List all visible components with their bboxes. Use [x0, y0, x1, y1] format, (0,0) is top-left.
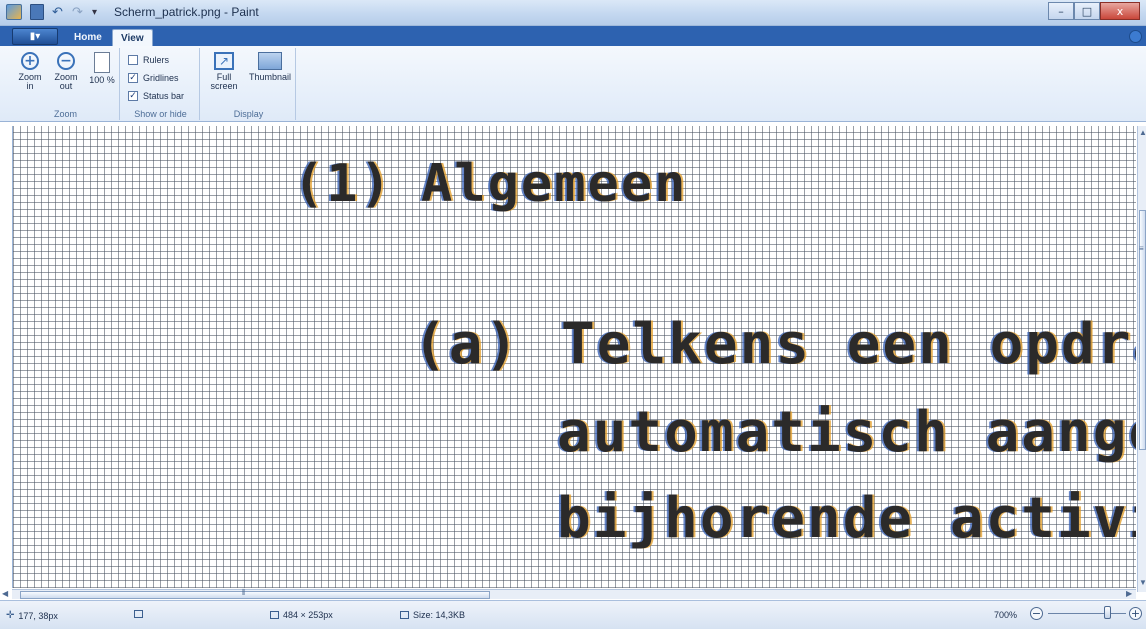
cursor-crosshair-icon: ✛ [6, 610, 15, 621]
scroll-grip-icon: ≡ [1139, 244, 1144, 253]
save-icon[interactable] [30, 4, 44, 20]
selection-size [134, 610, 147, 618]
zoom-in-icon[interactable]: + [1129, 607, 1142, 620]
scroll-right-icon[interactable]: ▶ [1126, 589, 1132, 598]
full-screen-label: Full screen [210, 72, 238, 91]
vertical-scrollbar[interactable]: ▲ ≡ ▼ [1137, 126, 1146, 592]
scroll-up-icon[interactable]: ▲ [1139, 128, 1146, 137]
zoom-group-label: Zoom [53, 109, 77, 119]
zoom-slider-track[interactable] [1048, 613, 1126, 614]
status-bar-checkbox[interactable]: ✓ Status bar [128, 88, 184, 103]
show-or-hide-group: Rulers ✓ Gridlines ✓ Status bar Show or … [122, 48, 200, 120]
canvas-line-2: automatisch aangen [557, 400, 1136, 465]
display-group: ↗ Full screen Thumbnail Display [202, 48, 296, 120]
zoom-in-icon: + [21, 52, 39, 70]
zoom-slider-thumb[interactable] [1104, 606, 1111, 619]
zoom-out-button[interactable]: − Zoom out [50, 52, 82, 91]
undo-icon[interactable]: ↶ [52, 4, 63, 20]
actual-size-button[interactable]: 100 % [86, 52, 118, 85]
redo-icon[interactable]: ↷ [72, 4, 83, 20]
cursor-position-text: 177, 38px [18, 610, 58, 621]
scroll-down-icon[interactable]: ▼ [1139, 578, 1146, 587]
full-screen-button[interactable]: ↗ Full screen [208, 52, 240, 91]
image-size-text: 484 × 253px [283, 610, 333, 620]
cursor-position: ✛ 177, 38px [6, 610, 58, 621]
disk-icon [400, 611, 409, 619]
gridlines-checkbox[interactable]: ✓ Gridlines [128, 70, 179, 85]
status-bar: ✛ 177, 38px 484 × 253px Size: 14,3KB 700… [0, 600, 1146, 629]
rulers-check-icon [128, 54, 138, 65]
close-button[interactable]: x [1100, 2, 1140, 20]
ribbon-panel: + Zoom in − Zoom out 100 % Zoom Rulers ✓… [0, 46, 1146, 122]
image-size-icon [270, 611, 279, 619]
thumbnail-label: Thumbnail [248, 72, 292, 82]
gridlines-label: Gridlines [143, 72, 179, 83]
full-screen-icon: ↗ [214, 52, 234, 70]
rulers-checkbox[interactable]: Rulers [128, 52, 169, 67]
paint-menu-button[interactable]: ▮▾ [12, 28, 58, 45]
canvas-line-3: bijhorende activitei [557, 486, 1136, 551]
file-size-text: Size: 14,3KB [413, 610, 466, 620]
window-title: Scherm_patrick.png - Paint [114, 5, 259, 19]
image-size: 484 × 253px [270, 610, 333, 620]
drawing-canvas[interactable]: (1) Algemeen (a) Telkens een opdracl aut… [12, 126, 1136, 588]
help-icon[interactable] [1129, 30, 1142, 43]
selection-icon [134, 610, 143, 618]
thumbnail-icon [258, 52, 282, 70]
title-bar: ↶ ↷ ▾ Scherm_patrick.png - Paint – □ x [0, 0, 1146, 26]
scroll-left-icon[interactable]: ◀ [2, 589, 8, 598]
customize-quick-access-icon[interactable]: ▾ [92, 4, 97, 20]
zoom-in-button[interactable]: + Zoom in [14, 52, 46, 91]
file-size: Size: 14,3KB [400, 610, 465, 620]
horizontal-scroll-thumb[interactable] [20, 591, 490, 599]
zoom-level-text: 700% [994, 610, 1018, 620]
status-bar-label: Status bar [143, 90, 185, 101]
gridlines-check-icon: ✓ [128, 72, 138, 83]
status-bar-check-icon: ✓ [128, 90, 138, 101]
tab-home[interactable]: Home [66, 29, 110, 46]
zoom-out-label: Zoom out [54, 72, 78, 91]
window-controls: – □ x [1048, 2, 1140, 20]
ribbon-tab-bar: ▮▾ Home View [0, 26, 1146, 46]
zoom-out-icon[interactable]: − [1030, 607, 1043, 620]
canvas-line-1: Telkens een opdracl [561, 312, 1136, 377]
tab-view[interactable]: View [112, 29, 153, 46]
zoom-in-label: Zoom in [18, 72, 42, 91]
thumbnail-button[interactable]: Thumbnail [248, 52, 292, 82]
hscroll-grip-icon: ⦀ [242, 588, 246, 597]
display-group-label: Display [233, 109, 264, 119]
maximize-button[interactable]: □ [1074, 2, 1100, 20]
horizontal-scrollbar[interactable]: ◀ ⦀ ▶ [2, 588, 1136, 599]
zoom-out-icon: − [57, 52, 75, 70]
zoom-group: + Zoom in − Zoom out 100 % Zoom [12, 48, 120, 120]
paint-app-icon[interactable] [6, 4, 22, 20]
rulers-label: Rulers [143, 54, 170, 65]
canvas-heading-text: Algemeen [421, 154, 688, 214]
show-or-hide-group-label: Show or hide [134, 109, 187, 119]
page-icon [94, 52, 110, 73]
actual-size-label: 100 % [89, 75, 115, 85]
minimize-button[interactable]: – [1048, 2, 1074, 20]
canvas-heading-marker: (1) [293, 154, 393, 214]
canvas-subheading-marker: (a) [413, 312, 521, 377]
